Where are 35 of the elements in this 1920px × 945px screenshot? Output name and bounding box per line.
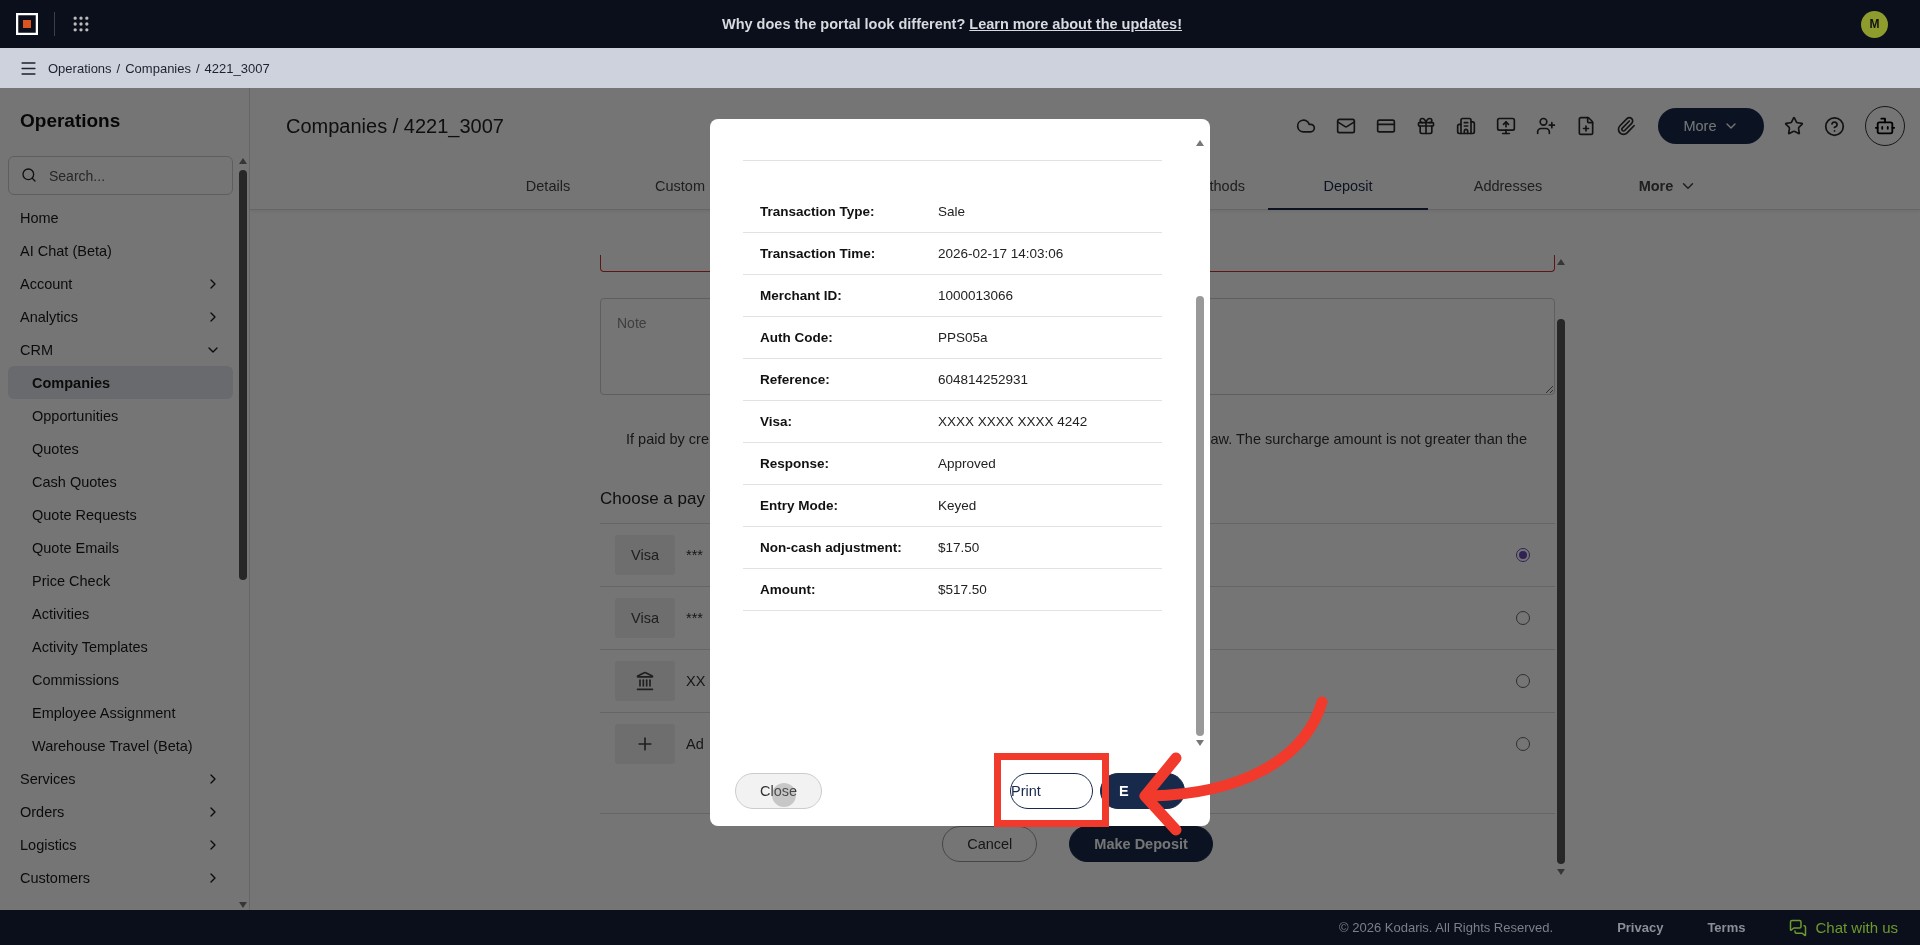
field-value: 2026-02-17 14:03:06 (938, 246, 1064, 261)
field-label: Reference: (760, 372, 831, 387)
field-label: Auth Code: (760, 330, 834, 345)
field-value: 604814252931 (938, 372, 1029, 387)
field-label: Entry Mode: (760, 498, 839, 513)
field-value: XXXX XXXX XXXX 4242 (938, 414, 1088, 429)
field-label: Transaction Time: (760, 246, 877, 261)
card-brand: Visa (615, 598, 675, 638)
card-brand: Visa (615, 535, 675, 575)
payment-method-text: *** (686, 547, 703, 563)
payment-method-text: Ad (686, 736, 704, 752)
banner-text: Why does the portal look different? Learn more about the updates! (722, 16, 1182, 32)
field-label: Non-cash adjustment: (760, 540, 903, 555)
copyright-text: © 2026 Kodaris. All Rights Reserved. (1339, 920, 1554, 935)
field-label: Response: (760, 456, 831, 471)
field-label: Amount: (760, 582, 817, 597)
breadcrumb-separator: / (116, 60, 121, 76)
payment-method-text: *** (686, 610, 703, 626)
surcharge-notice: If paid by cre (626, 431, 709, 447)
field-label: Transaction Type: (760, 204, 876, 219)
payment-method-text: XX (686, 673, 706, 689)
field-label: Visa: (760, 414, 794, 429)
surcharge-notice: aw. The surcharge amount is not greater than the (1210, 431, 1527, 447)
field-value: Approved (938, 456, 996, 471)
field-value: Sale (938, 204, 966, 219)
field-value: PPS05a (938, 330, 988, 345)
field-value: 1000013066 (938, 288, 1014, 303)
field-value: Keyed (938, 498, 977, 513)
sidebar-title: Operations (19, 109, 122, 133)
field-label: Merchant ID: (760, 288, 843, 303)
breadcrumb-separator: / (196, 60, 200, 76)
section-heading: Choose a pay (600, 489, 705, 509)
page-title: Companies / 4221_3007 (286, 114, 504, 138)
field-value: $517.50 (938, 582, 987, 597)
field-value: $17.50 (938, 540, 980, 555)
